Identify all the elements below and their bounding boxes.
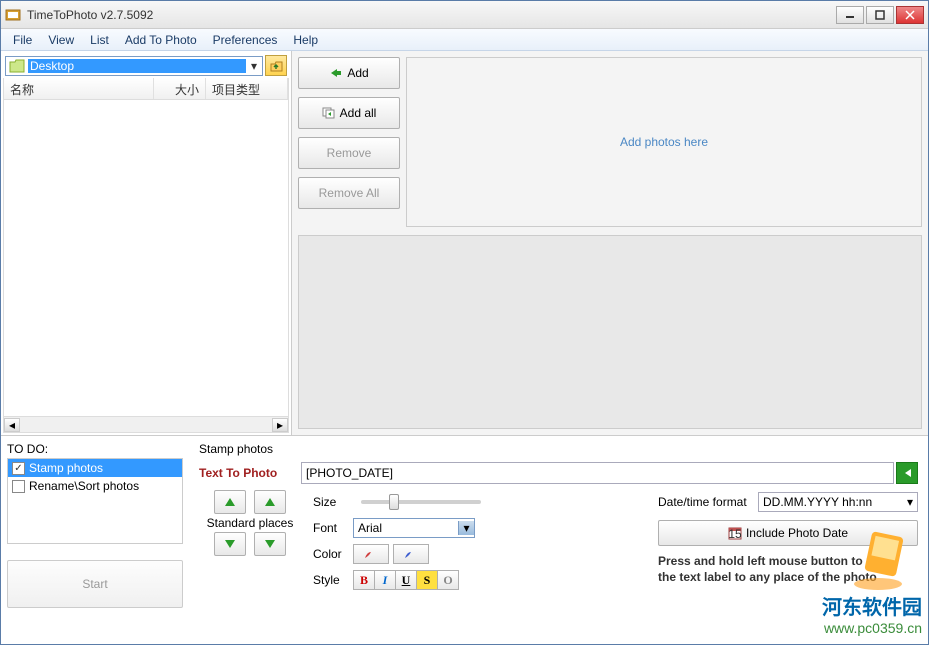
add-button[interactable]: Add xyxy=(298,57,400,89)
stamp-title: Stamp photos xyxy=(199,442,918,456)
size-slider[interactable] xyxy=(361,500,481,504)
window-title: TimeToPhoto v2.7.5092 xyxy=(27,8,836,22)
menu-preferences[interactable]: Preferences xyxy=(205,31,286,49)
position-down-left-button[interactable] xyxy=(214,532,246,556)
menu-view[interactable]: View xyxy=(40,31,82,49)
stamp-panel: Stamp photos Text To Photo [PHOTO_DATE] … xyxy=(189,436,928,642)
strike-button[interactable]: S xyxy=(416,570,438,590)
todo-label: TO DO: xyxy=(7,442,183,456)
date-format-label: Date/time format xyxy=(658,495,758,509)
paint-icon xyxy=(363,548,379,560)
add-all-button[interactable]: Add all xyxy=(298,97,400,129)
underline-button[interactable]: U xyxy=(395,570,417,590)
outline-button[interactable]: O xyxy=(437,570,459,590)
column-type[interactable]: 项目类型 xyxy=(206,78,288,99)
arrow-left-icon xyxy=(901,468,913,478)
folder-up-icon xyxy=(269,59,283,73)
style-label: Style xyxy=(313,573,353,587)
watermark-text: 河东软件园 xyxy=(822,591,922,620)
close-button[interactable] xyxy=(896,6,924,24)
text-to-photo-label: Text To Photo xyxy=(199,466,301,480)
menu-help[interactable]: Help xyxy=(285,31,326,49)
slider-thumb[interactable] xyxy=(389,494,399,510)
remove-all-button[interactable]: Remove All xyxy=(298,177,400,209)
watermark: 河东软件园 www.pc0359.cn xyxy=(822,591,922,636)
horizontal-scrollbar[interactable]: ◂ ▸ xyxy=(3,417,289,433)
file-browser-pane: Desktop ▾ 名称 大小 项目类型 ◂ ▸ xyxy=(1,51,292,435)
position-up-right-button[interactable] xyxy=(254,490,286,514)
todo-list[interactable]: ✓ Stamp photos Rename\Sort photos xyxy=(7,458,183,544)
shadow-color-button[interactable] xyxy=(393,544,429,564)
maximize-button[interactable] xyxy=(866,6,894,24)
font-label: Font xyxy=(313,521,353,535)
watermark-graphic xyxy=(848,524,918,594)
photo-drop-area[interactable]: Add photos here xyxy=(406,57,922,227)
photo-pane: Add Add all Remove Remove All Add photos… xyxy=(292,51,928,435)
path-value: Desktop xyxy=(28,59,246,73)
minimize-button[interactable] xyxy=(836,6,864,24)
app-icon xyxy=(5,7,21,23)
paint-icon xyxy=(403,548,419,560)
checkbox-icon[interactable]: ✓ xyxy=(12,462,25,475)
menu-bar: File View List Add To Photo Preferences … xyxy=(1,29,928,51)
menu-list[interactable]: List xyxy=(82,31,117,49)
date-format-combo[interactable]: DD.MM.YYYY hh:nn ▾ xyxy=(758,492,918,512)
svg-text:15: 15 xyxy=(728,527,742,540)
start-button[interactable]: Start xyxy=(7,560,183,608)
remove-button[interactable]: Remove xyxy=(298,137,400,169)
todo-item-rename[interactable]: Rename\Sort photos xyxy=(8,477,182,495)
chevron-down-icon[interactable]: ▾ xyxy=(246,59,262,73)
position-up-left-button[interactable] xyxy=(214,490,246,514)
watermark-url: www.pc0359.cn xyxy=(822,620,922,636)
add-all-icon xyxy=(322,107,336,119)
add-icon xyxy=(329,67,343,79)
text-to-photo-input[interactable]: [PHOTO_DATE] xyxy=(301,462,894,484)
insert-token-button[interactable] xyxy=(896,462,918,484)
file-list[interactable] xyxy=(3,100,289,417)
chevron-down-icon[interactable]: ▾ xyxy=(458,521,474,535)
color-label: Color xyxy=(313,547,353,561)
todo-pane: TO DO: ✓ Stamp photos Rename\Sort photos… xyxy=(1,436,189,642)
scroll-right-icon[interactable]: ▸ xyxy=(272,418,288,432)
standard-places-label: Standard places xyxy=(199,516,301,530)
menu-file[interactable]: File xyxy=(5,31,40,49)
scroll-left-icon[interactable]: ◂ xyxy=(4,418,20,432)
italic-button[interactable]: I xyxy=(374,570,396,590)
title-bar: TimeToPhoto v2.7.5092 xyxy=(1,1,928,29)
drop-hint-text: Add photos here xyxy=(620,135,708,149)
folder-icon xyxy=(9,59,25,73)
todo-item-stamp[interactable]: ✓ Stamp photos xyxy=(8,459,182,477)
checkbox-icon[interactable] xyxy=(12,480,25,493)
path-combo[interactable]: Desktop ▾ xyxy=(5,56,263,76)
menu-add-to-photo[interactable]: Add To Photo xyxy=(117,31,205,49)
font-combo[interactable]: Arial ▾ xyxy=(353,518,475,538)
file-list-header: 名称 大小 项目类型 xyxy=(3,78,289,100)
position-down-right-button[interactable] xyxy=(254,532,286,556)
text-color-button[interactable] xyxy=(353,544,389,564)
column-name[interactable]: 名称 xyxy=(4,78,154,99)
bold-button[interactable]: B xyxy=(353,570,375,590)
chevron-down-icon[interactable]: ▾ xyxy=(903,495,917,509)
calendar-icon: 15 xyxy=(728,526,742,540)
folder-up-button[interactable] xyxy=(265,55,287,76)
column-size[interactable]: 大小 xyxy=(154,78,206,99)
preview-area xyxy=(298,235,922,429)
size-label: Size xyxy=(313,495,353,509)
